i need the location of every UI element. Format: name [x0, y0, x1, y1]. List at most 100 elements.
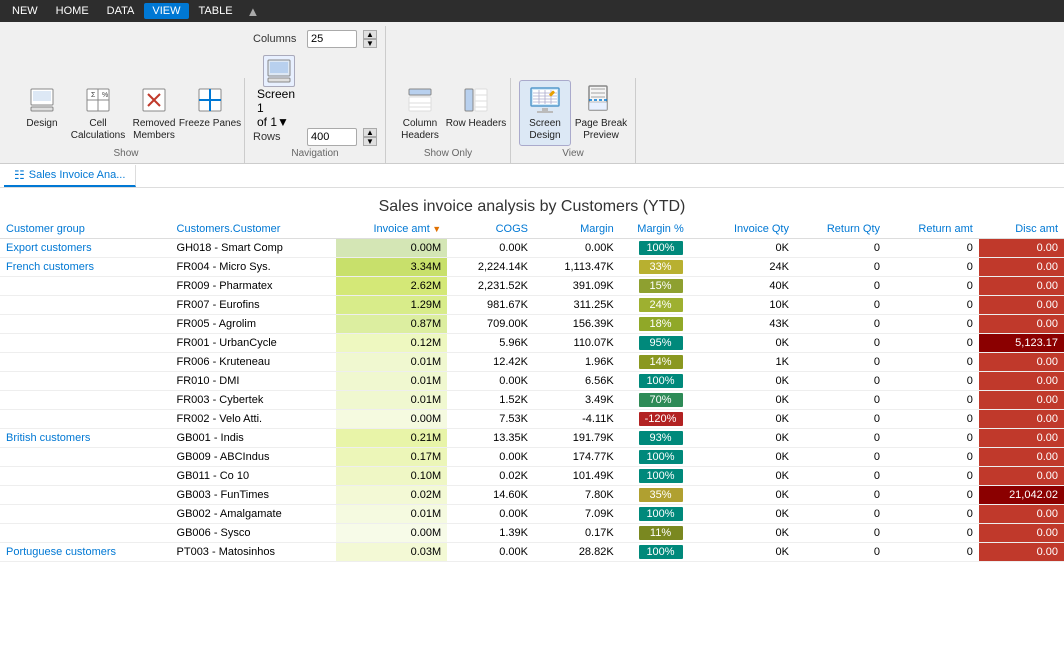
cell-margin: 1.96K [534, 353, 620, 372]
columns-up[interactable]: ▲ [363, 30, 377, 39]
freeze-panes-button[interactable]: Freeze Panes [184, 80, 236, 140]
cell-customer-group: French customers [0, 258, 171, 277]
cell-margin-pct: 100% [620, 505, 702, 524]
cell-margin: 28.82K [534, 543, 620, 562]
columns-arrows: ▲ ▼ [363, 30, 377, 48]
col-header-return-amt[interactable]: Return amt [886, 220, 979, 239]
cell-margin-pct: -120% [620, 410, 702, 429]
col-header-return-qty[interactable]: Return Qty [795, 220, 886, 239]
cell-invoice-qty: 0K [701, 410, 795, 429]
table-title: Sales invoice analysis by Customers (YTD… [0, 188, 1064, 220]
col-header-cogs[interactable]: COGS [447, 220, 534, 239]
cell-invoice-qty: 1K [701, 353, 795, 372]
cell-customer: FR005 - Agrolim [171, 315, 336, 334]
menu-view[interactable]: VIEW [144, 3, 188, 19]
col-header-invoice-qty[interactable]: Invoice Qty [701, 220, 795, 239]
rows-label: Rows [253, 131, 301, 143]
cell-invoice-qty: 0K [701, 448, 795, 467]
row-headers-button[interactable]: Row Headers [450, 80, 502, 140]
table-row[interactable]: FR007 - Eurofins1.29M981.67K311.25K24%10… [0, 296, 1064, 315]
cell-disc-amt: 0.00 [979, 448, 1064, 467]
page-break-preview-button[interactable]: Page BreakPreview [575, 80, 627, 146]
menu-table[interactable]: TABLE [191, 3, 241, 19]
cell-cogs: 2,224.14K [447, 258, 534, 277]
cell-customer-group [0, 467, 171, 486]
menu-new[interactable]: NEW [4, 3, 46, 19]
table-row[interactable]: Export customersGH018 - Smart Comp0.00M0… [0, 239, 1064, 258]
table-row[interactable]: FR009 - Pharmatex2.62M2,231.52K391.09K15… [0, 277, 1064, 296]
screen-of-button[interactable]: Screen 1of 1▼ [255, 52, 303, 132]
show-group-label: Show [16, 148, 236, 159]
ribbon: Design Σ % CellCalculations [0, 22, 1064, 164]
cell-disc-amt: 21,042.02 [979, 486, 1064, 505]
ribbon-show-only-group: ColumnHeaders Row Headers Show Only [386, 78, 511, 163]
cell-customer: FR006 - Kruteneau [171, 353, 336, 372]
sales-invoice-tab[interactable]: ☷ Sales Invoice Ana... [4, 165, 136, 187]
cell-customer-group [0, 296, 171, 315]
cell-invoice-qty: 0K [701, 505, 795, 524]
col-header-disc-amt[interactable]: Disc amt [979, 220, 1064, 239]
col-header-customer[interactable]: Customers.Customer [171, 220, 336, 239]
table-row[interactable]: GB003 - FunTimes0.02M14.60K7.80K35%0K002… [0, 486, 1064, 505]
cell-margin-pct: 11% [620, 524, 702, 543]
expand-icon[interactable]: ▲ [247, 4, 260, 19]
menu-home[interactable]: HOME [48, 3, 97, 19]
col-header-invoice-amt[interactable]: Invoice amt [336, 220, 447, 239]
cell-margin: 391.09K [534, 277, 620, 296]
rows-down[interactable]: ▼ [363, 137, 377, 146]
table-row[interactable]: French customersFR004 - Micro Sys.3.34M2… [0, 258, 1064, 277]
rows-input[interactable] [307, 128, 357, 146]
freeze-panes-label: Freeze Panes [179, 118, 241, 130]
cell-return-qty: 0 [795, 277, 886, 296]
menu-data[interactable]: DATA [99, 3, 143, 19]
columns-down[interactable]: ▼ [363, 39, 377, 48]
cell-disc-amt: 0.00 [979, 239, 1064, 258]
columns-input[interactable] [307, 30, 357, 48]
cell-customer-group [0, 448, 171, 467]
cell-calculations-button[interactable]: Σ % CellCalculations [72, 80, 124, 146]
table-row[interactable]: Portuguese customersPT003 - Matosinhos0.… [0, 543, 1064, 562]
table-row[interactable]: GB006 - Sysco0.00M1.39K0.17K11%0K000.00 [0, 524, 1064, 543]
cell-customer: FR004 - Micro Sys. [171, 258, 336, 277]
ribbon-show-group: Design Σ % CellCalculations [8, 78, 245, 163]
cell-invoice-qty: 10K [701, 296, 795, 315]
col-header-customer-group[interactable]: Customer group [0, 220, 171, 239]
column-headers-button[interactable]: ColumnHeaders [394, 80, 446, 146]
table-row[interactable]: FR010 - DMI0.01M0.00K6.56K100%0K000.00 [0, 372, 1064, 391]
table-row[interactable]: FR002 - Velo Atti.0.00M7.53K-4.11K-120%0… [0, 410, 1064, 429]
col-header-margin-pct[interactable]: Margin % [620, 220, 702, 239]
cell-disc-amt: 0.00 [979, 353, 1064, 372]
show-only-buttons: ColumnHeaders Row Headers [394, 78, 502, 146]
cell-cogs: 1.39K [447, 524, 534, 543]
table-row[interactable]: FR001 - UrbanCycle0.12M5.96K110.07K95%0K… [0, 334, 1064, 353]
rows-up[interactable]: ▲ [363, 128, 377, 137]
removed-members-button[interactable]: RemovedMembers [128, 80, 180, 146]
table-row[interactable]: FR006 - Kruteneau0.01M12.42K1.96K14%1K00… [0, 353, 1064, 372]
cell-return-amt: 0 [886, 391, 979, 410]
columns-row: Columns ▲ ▼ [253, 30, 377, 48]
cell-return-qty: 0 [795, 429, 886, 448]
table-row[interactable]: British customersGB001 - Indis0.21M13.35… [0, 429, 1064, 448]
cell-return-amt: 0 [886, 486, 979, 505]
cell-customer: FR002 - Velo Atti. [171, 410, 336, 429]
cell-return-amt: 0 [886, 239, 979, 258]
design-button[interactable]: Design [16, 80, 68, 140]
table-row[interactable]: GB011 - Co 100.10M0.02K101.49K100%0K000.… [0, 467, 1064, 486]
cell-return-amt: 0 [886, 353, 979, 372]
cell-return-qty: 0 [795, 524, 886, 543]
col-header-margin[interactable]: Margin [534, 220, 620, 239]
cell-margin: 0.17K [534, 524, 620, 543]
table-row[interactable]: GB009 - ABCIndus0.17M0.00K174.77K100%0K0… [0, 448, 1064, 467]
cell-invoice-qty: 0K [701, 239, 795, 258]
screen-design-button[interactable]: ScreenDesign [519, 80, 571, 146]
cell-margin: 0.00K [534, 239, 620, 258]
cell-return-amt: 0 [886, 258, 979, 277]
cell-disc-amt: 0.00 [979, 258, 1064, 277]
cell-margin: 110.07K [534, 334, 620, 353]
cell-calc-icon: Σ % [82, 84, 114, 116]
cell-customer-group [0, 277, 171, 296]
table-row[interactable]: FR003 - Cybertek0.01M1.52K3.49K70%0K000.… [0, 391, 1064, 410]
table-row[interactable]: GB002 - Amalgamate0.01M0.00K7.09K100%0K0… [0, 505, 1064, 524]
table-row[interactable]: FR005 - Agrolim0.87M709.00K156.39K18%43K… [0, 315, 1064, 334]
cell-invoice-qty: 0K [701, 524, 795, 543]
